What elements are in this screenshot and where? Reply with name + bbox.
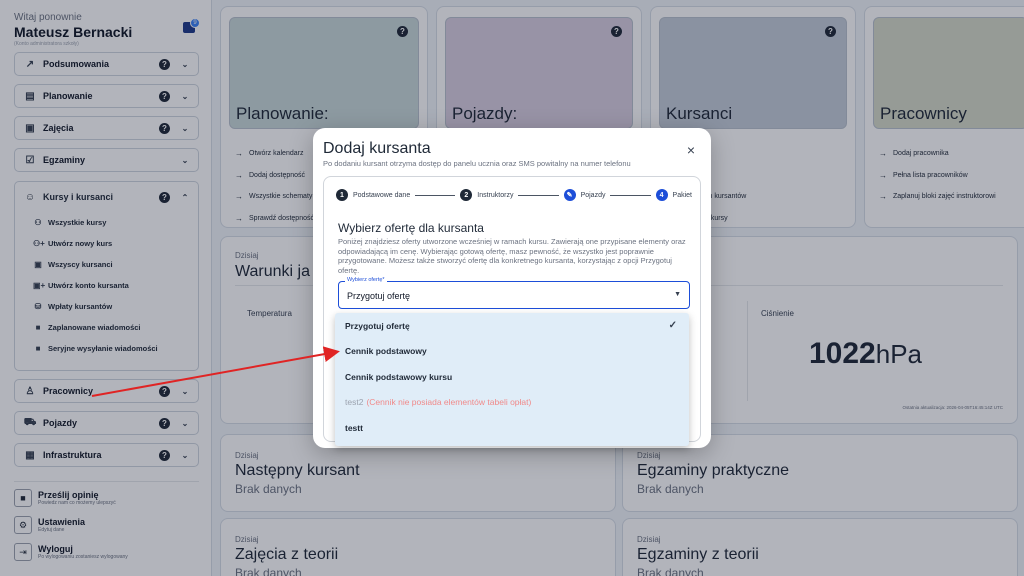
annotation-arrow bbox=[91, 346, 340, 397]
